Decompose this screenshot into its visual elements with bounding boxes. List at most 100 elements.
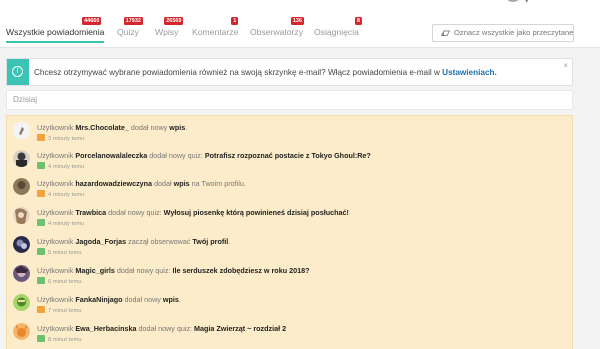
notification-text: Użytkownik Mrs.Chocolate_ dodał nowy wpi…: [37, 123, 187, 132]
avatar[interactable]: [13, 236, 30, 253]
target-link[interactable]: Wyłosuj piosenkę którą powinieneś dzisia…: [164, 208, 349, 217]
notification-text: Użytkownik FankaNinjago dodał nowy wpis.: [37, 295, 181, 304]
username-link[interactable]: Mrs.Chocolate_: [75, 123, 129, 132]
text-suffix: .: [185, 123, 188, 132]
action-text: dodał: [154, 179, 172, 188]
email-notifications-banner: ! Chcesz otrzymywać wybrane powiadomieni…: [6, 58, 573, 86]
tab-count-badge: 136: [290, 17, 305, 25]
username-link[interactable]: Porcelanowalaleczka: [75, 151, 147, 160]
user-avatar[interactable]: [506, 0, 520, 2]
list-item[interactable]: Użytkownik Mrs.Chocolate_ dodał nowy wpi…: [7, 118, 572, 147]
list-item[interactable]: Użytkownik Trawbica dodał nowy quiz: Wył…: [7, 203, 572, 232]
text-prefix: Użytkownik: [37, 123, 74, 132]
username-link[interactable]: hazardowadziewczyna: [75, 179, 152, 188]
target-link[interactable]: Potrafisz rozpoznać postacie z Tokyo Gho…: [205, 151, 371, 160]
tab-label: Quizy: [117, 27, 139, 37]
notifications-list: Użytkownik Mrs.Chocolate_ dodał nowy wpi…: [6, 115, 573, 349]
avatar-image: [13, 150, 30, 167]
tab-count-badge: 17932: [123, 17, 143, 25]
username-link[interactable]: FankaNinjago: [75, 295, 122, 304]
tab-posts[interactable]: Wpisy 26569: [155, 17, 184, 37]
username-link[interactable]: Trawbica: [75, 208, 106, 217]
avatar-image: [13, 178, 30, 195]
target-link[interactable]: Ile serduszek zdobędziesz w roku 2018?: [172, 266, 309, 275]
notification-text: Użytkownik Ewa_Herbacinska dodał nowy qu…: [37, 324, 286, 333]
list-item[interactable]: Użytkownik hazardowadziewczyna dodał wpi…: [7, 174, 572, 203]
avatar[interactable]: [13, 122, 30, 139]
text-prefix: Użytkownik: [37, 237, 74, 246]
username-link[interactable]: Magic_girls: [75, 266, 115, 275]
action-text: dodał nowy quiz:: [108, 208, 162, 217]
close-icon[interactable]: ×: [563, 61, 568, 70]
username-link[interactable]: Jagoda_Forjas: [75, 237, 126, 246]
banner-message: Chcesz otrzymywać wybrane powiadomienia …: [34, 68, 497, 77]
avatar[interactable]: [13, 150, 30, 167]
text-suffix: .: [228, 237, 231, 246]
follow-type-icon: [37, 248, 45, 255]
tab-count-badge: 8: [354, 17, 362, 25]
tab-label: Wszystkie powiadomienia: [6, 27, 105, 37]
tab-label: Komentarze: [192, 27, 239, 37]
avatar[interactable]: [13, 178, 30, 195]
post-type-icon: [37, 190, 45, 197]
target-link[interactable]: Magia Zwierząt ~ rozdział 2: [194, 324, 286, 333]
quiz-type-icon: [37, 277, 45, 284]
quiz-type-icon: [37, 335, 45, 342]
action-text: dodał nowy quiz:: [116, 266, 171, 275]
notification-text: Użytkownik Magic_girls dodał nowy quiz: …: [37, 266, 309, 275]
text-prefix: Użytkownik: [37, 208, 74, 217]
mark-all-read-label: Oznacz wszystkie jako przeczytane: [454, 28, 574, 37]
notification-meta: 5 minut temu: [37, 248, 82, 256]
settings-link[interactable]: Ustawieniach.: [442, 68, 497, 77]
avatar[interactable]: [13, 323, 30, 340]
timestamp: 8 minut temu: [48, 337, 82, 343]
banner-accent: !: [7, 59, 29, 85]
post-type-icon: [37, 134, 45, 141]
tab-label: Obserwatorzy: [250, 27, 304, 37]
list-item[interactable]: Użytkownik Jagoda_Forjas zaczął obserwow…: [7, 232, 572, 261]
quiz-type-icon: [37, 162, 45, 169]
active-tab-underline: [6, 41, 104, 43]
tab-followers[interactable]: Obserwatorzy 136: [250, 17, 305, 37]
avatar-image: [13, 265, 30, 282]
username-link[interactable]: Ewa_Herbacinska: [75, 324, 136, 333]
timestamp: 7 minut temu: [48, 308, 82, 314]
notification-meta: 4 minuty temu: [37, 190, 84, 198]
timestamp: 3 minuty temu: [48, 136, 85, 142]
list-item[interactable]: Użytkownik Ewa_Herbacinska dodał nowy qu…: [7, 319, 572, 348]
target-link[interactable]: wpis: [163, 295, 179, 304]
mark-all-read-button[interactable]: Oznacz wszystkie jako przeczytane: [432, 24, 574, 42]
target-link[interactable]: Twój profil: [192, 237, 228, 246]
text-prefix: Użytkownik: [37, 324, 74, 333]
action-text: dodał nowy quiz:: [149, 151, 203, 160]
day-section-header: Dzisiaj: [6, 90, 573, 110]
tab-count-badge: 44660: [82, 17, 102, 25]
target-link[interactable]: wpis: [169, 123, 185, 132]
text-prefix: Użytkownik: [37, 266, 74, 275]
tab-label: Osiągnięcia: [314, 27, 359, 37]
avatar[interactable]: [13, 294, 30, 311]
action-text: dodał nowy: [130, 123, 168, 132]
text-suffix: na Twoim profilu.: [189, 179, 246, 188]
action-text: zaczął obserwować: [128, 237, 191, 246]
chevron-down-icon[interactable]: ▾: [525, 0, 529, 5]
avatar[interactable]: [13, 207, 30, 224]
notification-meta: 7 minut temu: [37, 306, 82, 314]
tab-all-notifications[interactable]: Wszystkie powiadomienia 44660: [6, 17, 105, 37]
notification-text: Użytkownik Jagoda_Forjas zaczął obserwow…: [37, 237, 230, 246]
notification-meta: 6 minut temu: [37, 277, 82, 285]
tab-count-badge: 1: [231, 17, 239, 25]
tab-comments[interactable]: Komentarze 1: [192, 17, 239, 37]
list-item[interactable]: Użytkownik Magic_girls dodał nowy quiz: …: [7, 261, 572, 290]
avatar[interactable]: [13, 265, 30, 282]
tab-achievements[interactable]: Osiągnięcia 8: [314, 17, 362, 37]
text-prefix: Użytkownik: [37, 151, 74, 160]
timestamp: 5 minut temu: [48, 250, 82, 256]
info-icon: !: [12, 66, 23, 77]
target-link[interactable]: wpis: [174, 179, 190, 188]
notification-meta: 3 minuty temu: [37, 134, 84, 142]
eraser-icon: [441, 30, 450, 36]
list-item[interactable]: Użytkownik FankaNinjago dodał nowy wpis.…: [7, 290, 572, 319]
tab-quizzes[interactable]: Quizy 17932: [117, 17, 143, 37]
list-item[interactable]: Użytkownik Porcelanowalaleczka dodał now…: [7, 146, 572, 175]
